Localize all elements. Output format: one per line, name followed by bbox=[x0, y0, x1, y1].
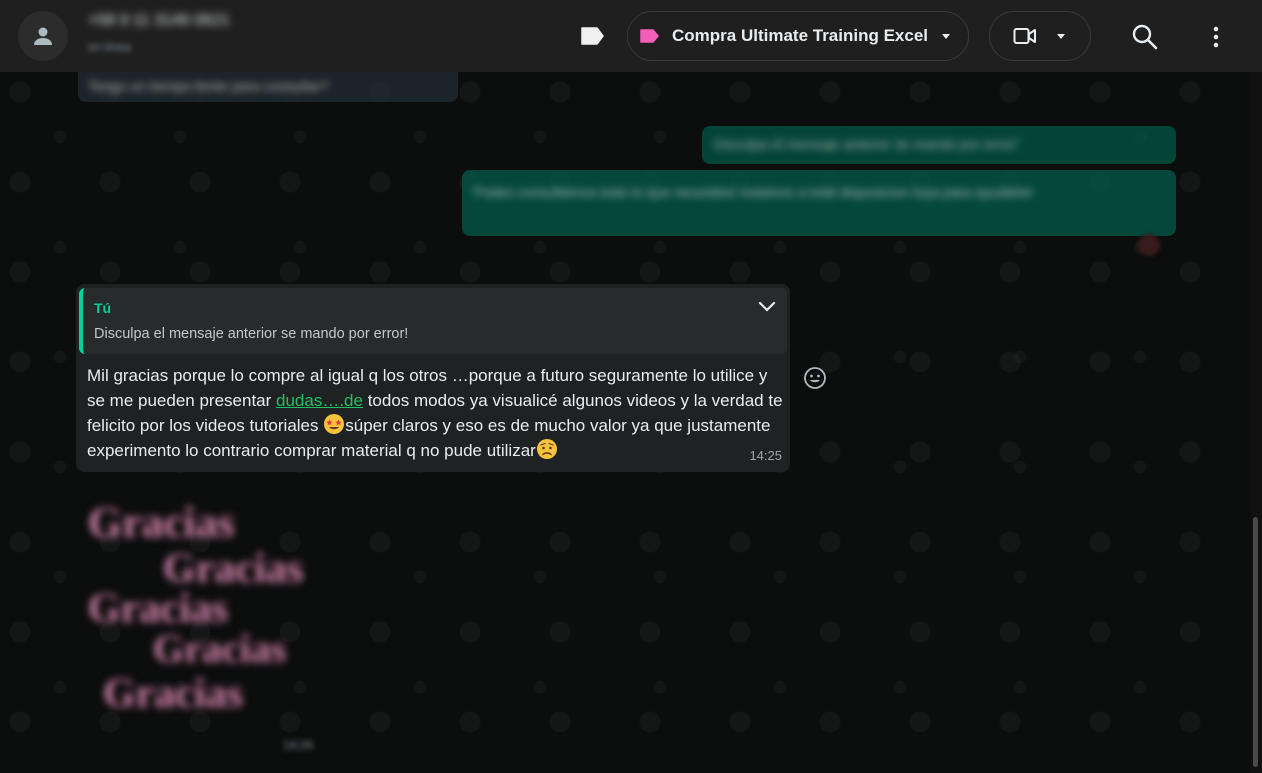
scrollbar-thumb[interactable] bbox=[1253, 517, 1258, 767]
sticker-image: Gracias Gracias Gracias Gracias Gracias bbox=[88, 498, 304, 718]
message-body: Mil gracias porque lo compre al igual q … bbox=[87, 363, 787, 463]
outgoing-message[interactable]: Disculpa el mensaje anterior se mando po… bbox=[702, 126, 1176, 164]
gracias-sticker[interactable]: Gracias Gracias Gracias Gracias Gracias bbox=[88, 482, 338, 722]
label-chat-button[interactable] bbox=[570, 18, 614, 54]
incoming-message[interactable]: Tengo un tiempo limite para consultar? bbox=[78, 72, 458, 102]
quoted-message[interactable]: Tú Disculpa el mensaje anterior se mando… bbox=[79, 288, 787, 354]
smiley-icon bbox=[804, 367, 826, 389]
label-tag-icon bbox=[640, 29, 664, 43]
incoming-reply-message[interactable]: Tú Disculpa el mensaje anterior se mando… bbox=[76, 284, 790, 472]
search-button[interactable] bbox=[1130, 22, 1160, 52]
quoted-text: Disculpa el mensaje anterior se mando po… bbox=[94, 326, 409, 342]
chat-scrollbar[interactable] bbox=[1251, 72, 1262, 773]
more-vertical-icon bbox=[1213, 26, 1219, 48]
chevron-down-icon[interactable] bbox=[757, 300, 777, 314]
svg-text:Gracias: Gracias bbox=[153, 626, 286, 671]
message-time: 14:25 bbox=[749, 448, 782, 463]
contact-status: en línea bbox=[88, 40, 131, 54]
svg-text:Gracias: Gracias bbox=[88, 498, 235, 547]
worried-face-emoji-icon bbox=[536, 439, 557, 459]
message-text: Tengo un tiempo limite para consultar? bbox=[88, 78, 329, 94]
message-text: Disculpa el mensaje anterior se mando po… bbox=[714, 136, 1018, 152]
chat-header: +58 9 11 3149 0621 en línea Compra Ultim… bbox=[0, 0, 1262, 72]
label-name: Compra Ultimate Training Excel bbox=[672, 26, 929, 45]
search-icon bbox=[1132, 24, 1158, 50]
star-struck-emoji-icon bbox=[324, 414, 345, 434]
contact-avatar[interactable] bbox=[18, 11, 68, 61]
menu-button[interactable] bbox=[1204, 22, 1228, 52]
outgoing-message[interactable]: Podes consultarnos todo lo que necesites… bbox=[462, 170, 1176, 236]
caret-down-icon bbox=[1057, 34, 1065, 39]
label-dropdown[interactable]: Compra Ultimate Training Excel bbox=[627, 11, 969, 61]
video-call-button[interactable] bbox=[989, 11, 1091, 61]
quoted-author: Tú bbox=[94, 300, 112, 316]
heart-reaction-icon[interactable] bbox=[1138, 234, 1160, 256]
caret-down-icon bbox=[942, 34, 950, 39]
contact-name[interactable]: +58 9 11 3149 0621 bbox=[88, 12, 230, 30]
sticker-time: 14:26 bbox=[283, 738, 314, 752]
video-camera-icon bbox=[1013, 28, 1036, 44]
person-icon bbox=[34, 27, 52, 45]
label-icon bbox=[581, 27, 604, 45]
svg-text:Gracias: Gracias bbox=[103, 671, 243, 717]
react-emoji-button[interactable] bbox=[803, 366, 827, 390]
message-link[interactable]: dudas….de bbox=[276, 391, 363, 410]
message-text: Podes consultarnos todo lo que necesites… bbox=[474, 184, 1034, 200]
